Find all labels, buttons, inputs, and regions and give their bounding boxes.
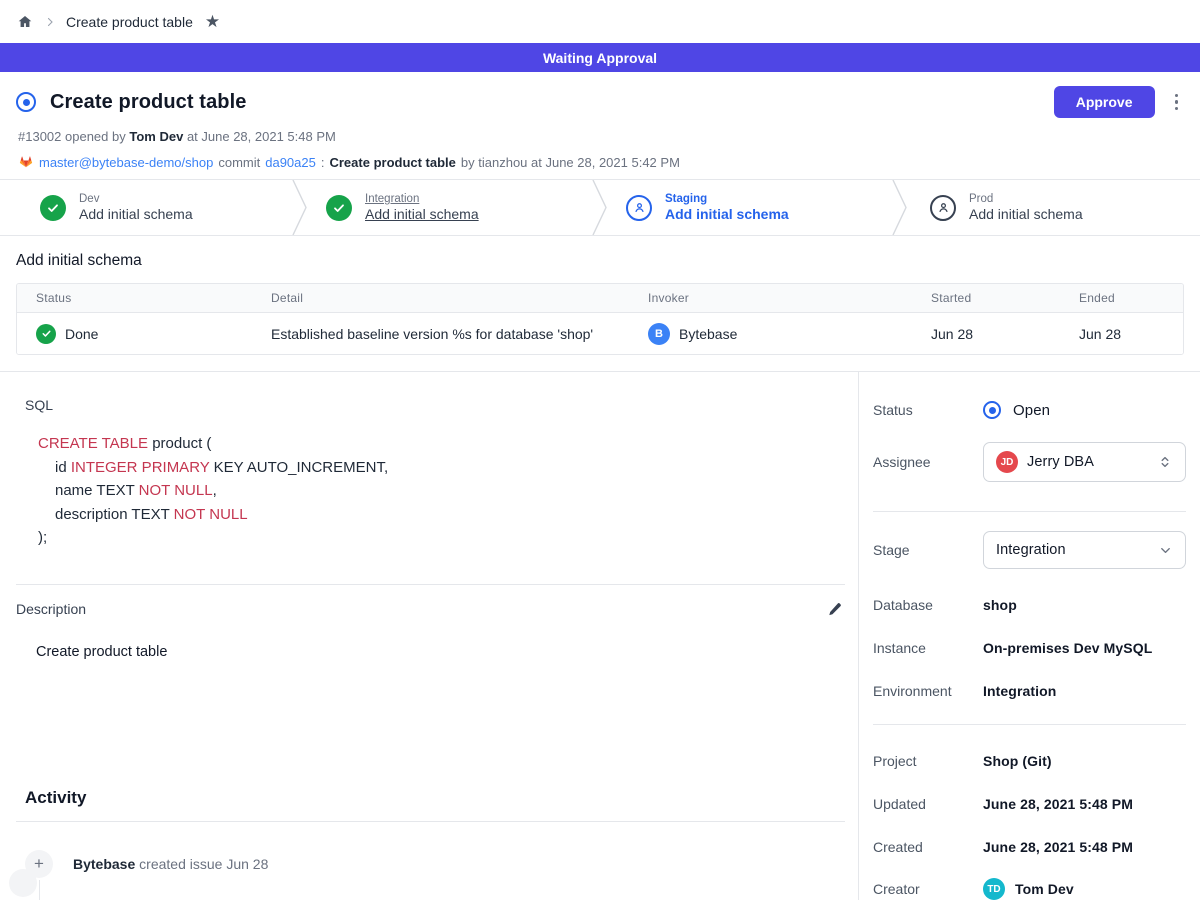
- updated-value: June 28, 2021 5:48 PM: [983, 796, 1133, 812]
- check-circle-icon: [326, 195, 352, 221]
- person-circle-icon: [626, 195, 652, 221]
- project-label: Project: [873, 753, 983, 769]
- assignee-value: Jerry DBA: [1027, 454, 1094, 470]
- created-label: Created: [873, 839, 983, 855]
- bytebase-issue-page: Create product table ★ Waiting Approval …: [0, 0, 1200, 900]
- commit-hash-link[interactable]: da90a25: [265, 155, 316, 170]
- issue-meta: #13002 opened by Tom Dev at June 28, 202…: [18, 129, 1184, 144]
- status-value: Open: [1013, 402, 1050, 419]
- commit-message: Create product table: [329, 155, 455, 170]
- avatar: JD: [996, 451, 1018, 473]
- instance-label: Instance: [873, 640, 983, 656]
- stage-prod[interactable]: Prod Add initial schema: [900, 180, 1200, 235]
- description-label: Description: [16, 601, 86, 617]
- stage-pipeline: Dev Add initial schema Integration Add i…: [0, 179, 1200, 236]
- avatar: TD: [983, 878, 1005, 900]
- breadcrumb: Create product table ★: [0, 0, 1200, 43]
- project-value: Shop (Git): [983, 753, 1052, 769]
- stage-separator: [592, 180, 608, 235]
- main-column: SQL CREATE TABLE product ( id INTEGER PR…: [0, 372, 858, 900]
- assignee-label: Assignee: [873, 454, 983, 470]
- stage-staging[interactable]: Staging Add initial schema: [600, 180, 900, 235]
- stage-separator: [292, 180, 308, 235]
- divider: [873, 724, 1186, 725]
- created-value: June 28, 2021 5:48 PM: [983, 839, 1133, 855]
- check-circle-icon: [40, 195, 66, 221]
- stage-dev[interactable]: Dev Add initial schema: [0, 180, 300, 235]
- environment-value: Integration: [983, 683, 1056, 699]
- branch-repo-link[interactable]: master@bytebase-demo/shop: [39, 155, 213, 170]
- avatar: B: [648, 323, 670, 345]
- status-label: Status: [873, 402, 983, 418]
- sql-label: SQL: [25, 397, 845, 413]
- list-item: + Bytebase created issue Jun 28: [25, 850, 845, 878]
- person-circle-icon: [930, 195, 956, 221]
- divider: [873, 511, 1186, 512]
- creator-value: Tom Dev: [1015, 881, 1074, 897]
- stage-separator: [892, 180, 908, 235]
- task-section: Add initial schema Status Detail Invoker…: [0, 236, 1200, 371]
- assignee-select[interactable]: JD Jerry DBA: [983, 442, 1186, 482]
- gitlab-icon: [18, 153, 34, 172]
- home-icon[interactable]: [16, 13, 34, 31]
- task-started: Jun 28: [914, 326, 1062, 342]
- creator-label: Creator: [873, 881, 983, 897]
- issue-id: #13002: [18, 129, 61, 144]
- instance-value: On-premises Dev MySQL: [983, 640, 1152, 656]
- task-detail: Established baseline version %s for data…: [271, 326, 648, 342]
- selector-icon: [1157, 454, 1173, 470]
- environment-label: Environment: [873, 683, 983, 699]
- activity-action: created issue Jun 28: [139, 856, 268, 872]
- content-area: SQL CREATE TABLE product ( id INTEGER PR…: [0, 371, 1200, 900]
- database-value: shop: [983, 597, 1017, 613]
- page-title: Create product table: [50, 91, 246, 114]
- commit-info: master@bytebase-demo/shop commitda90a25:…: [18, 153, 1184, 172]
- chevron-right-icon: [44, 16, 56, 28]
- status-banner: Waiting Approval: [0, 43, 1200, 72]
- issue-header: Create product table Approve #13002 open…: [0, 72, 1200, 179]
- issue-open-icon: [983, 401, 1001, 419]
- table-row[interactable]: Done Established baseline version %s for…: [17, 312, 1183, 354]
- issue-sidebar: Status Open Assignee JD Jerry DBA: [858, 372, 1200, 900]
- divider: [16, 584, 845, 585]
- stage-select[interactable]: Integration: [983, 531, 1186, 569]
- task-section-title: Add initial schema: [16, 252, 1184, 270]
- stage-integration[interactable]: Integration Add initial schema: [300, 180, 600, 235]
- description-body: Create product table: [36, 644, 845, 660]
- chevron-down-icon: [1158, 543, 1173, 558]
- timeline-node: [9, 869, 37, 897]
- updated-label: Updated: [873, 796, 983, 812]
- sql-statement: CREATE TABLE product ( id INTEGER PRIMAR…: [38, 432, 845, 550]
- task-table: Status Detail Invoker Started Ended Done…: [16, 283, 1184, 355]
- activity-title: Activity: [25, 788, 845, 808]
- more-vertical-icon[interactable]: [1169, 90, 1185, 115]
- task-table-header: Status Detail Invoker Started Ended: [17, 284, 1183, 312]
- stage-value: Integration: [996, 542, 1066, 558]
- approve-button[interactable]: Approve: [1054, 86, 1155, 118]
- edit-pencil-icon[interactable]: [824, 599, 845, 620]
- divider: [16, 821, 845, 822]
- database-label: Database: [873, 597, 983, 613]
- breadcrumb-current: Create product table: [66, 14, 193, 30]
- stage-label: Stage: [873, 542, 983, 558]
- task-ended: Jun 28: [1062, 326, 1183, 342]
- task-status: Done: [65, 326, 98, 342]
- issue-author: Tom Dev: [129, 129, 183, 144]
- check-circle-icon: [36, 324, 56, 344]
- activity-actor: Bytebase: [73, 856, 135, 872]
- issue-open-icon: [16, 92, 36, 112]
- task-invoker: Bytebase: [679, 326, 737, 342]
- star-icon[interactable]: ★: [205, 13, 220, 30]
